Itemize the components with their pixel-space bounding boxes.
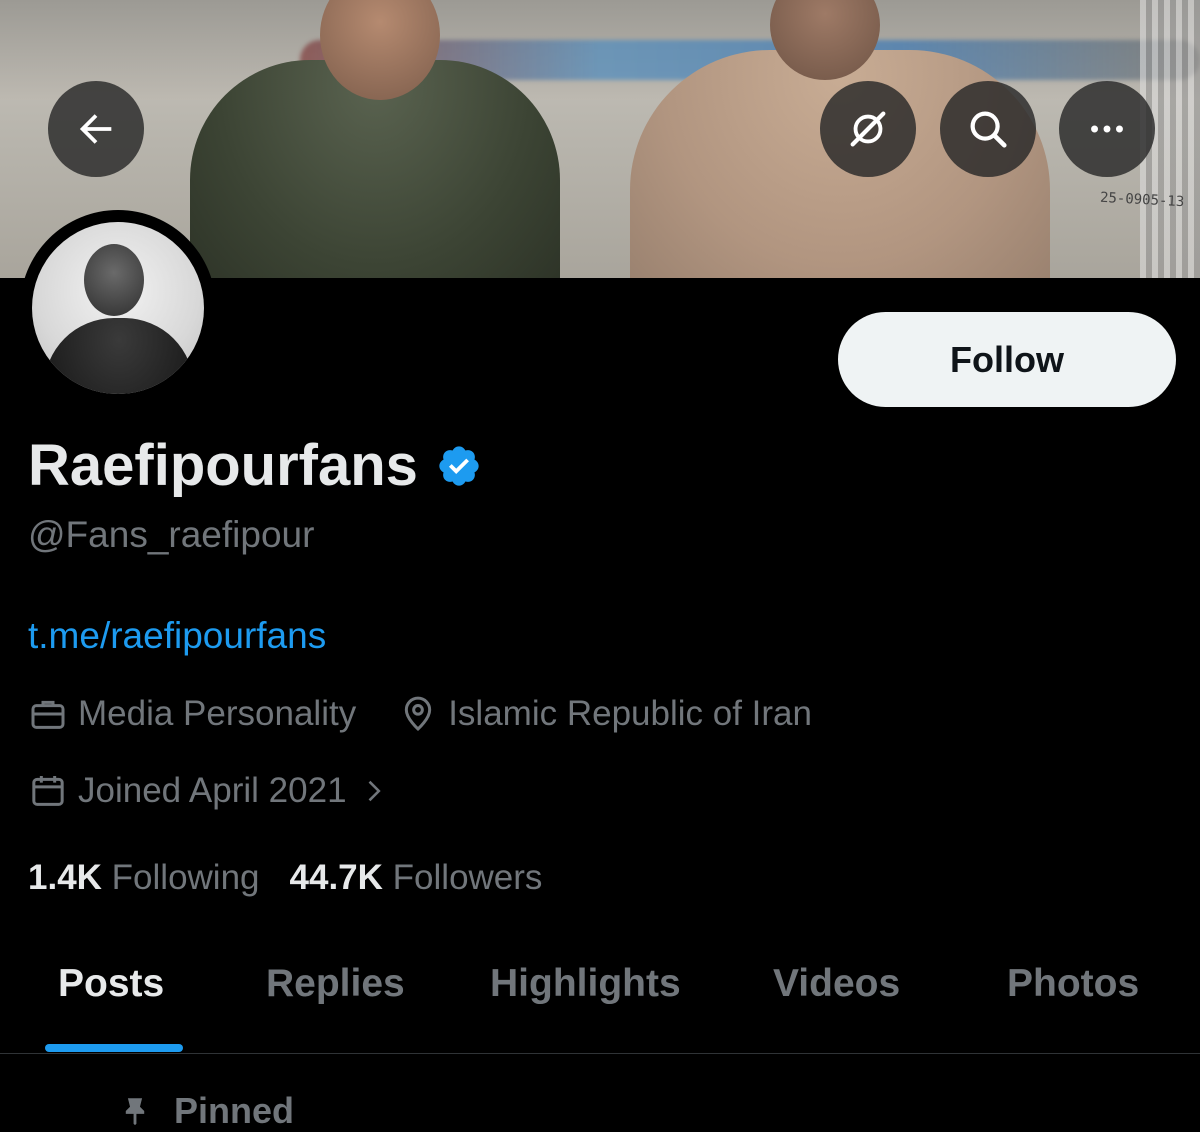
avatar-face bbox=[84, 244, 144, 316]
active-tab-indicator bbox=[45, 1044, 183, 1052]
banner-serial-text: 25-0905-13 bbox=[1099, 189, 1185, 211]
grok-button[interactable] bbox=[820, 81, 916, 177]
tab-replies[interactable]: Replies bbox=[266, 962, 405, 1006]
profile-page: 25-0905-13 Follow Raefipourfans @Fans_ra… bbox=[0, 0, 1200, 1132]
following-count: 1.4K bbox=[28, 858, 102, 897]
tab-photos[interactable]: Photos bbox=[1007, 962, 1139, 1006]
back-button[interactable] bbox=[48, 81, 144, 177]
profile-tabs: Posts Replies Highlights Videos Photos bbox=[0, 940, 1200, 1054]
profession-item: Media Personality bbox=[28, 694, 356, 734]
profile-link[interactable]: t.me/raefipourfans bbox=[28, 615, 326, 657]
tab-posts[interactable]: Posts bbox=[58, 962, 164, 1006]
verified-badge-icon[interactable] bbox=[436, 443, 482, 489]
tab-highlights[interactable]: Highlights bbox=[490, 962, 681, 1006]
display-name: Raefipourfans bbox=[28, 433, 418, 498]
more-icon bbox=[1091, 125, 1123, 133]
more-options-button[interactable] bbox=[1059, 81, 1155, 177]
follow-counts: 1.4K Following 44.7K Followers bbox=[28, 858, 542, 898]
location-text: Islamic Republic of Iran bbox=[448, 694, 812, 733]
avatar-image bbox=[32, 222, 204, 394]
search-button[interactable] bbox=[940, 81, 1036, 177]
pin-icon bbox=[125, 1098, 145, 1126]
location-pin-icon bbox=[405, 696, 432, 732]
followers-count: 44.7K bbox=[289, 858, 383, 897]
search-icon bbox=[970, 111, 1007, 148]
meta-row-joined[interactable]: Joined April 2021 bbox=[28, 771, 397, 811]
avatar[interactable] bbox=[20, 210, 216, 406]
profession-text: Media Personality bbox=[78, 694, 357, 733]
calendar-icon bbox=[32, 776, 64, 806]
pinned-text: Pinned bbox=[174, 1090, 295, 1131]
followers-label: Followers bbox=[392, 858, 543, 897]
follow-button[interactable]: Follow bbox=[838, 312, 1176, 407]
joined-text: Joined April 2021 bbox=[78, 771, 347, 810]
joined-item[interactable]: Joined April 2021 bbox=[28, 771, 397, 811]
display-name-row: Raefipourfans bbox=[28, 432, 482, 499]
location-item: Islamic Republic of Iran bbox=[398, 694, 812, 734]
pinned-label-row: Pinned bbox=[118, 1090, 294, 1132]
followers-link[interactable]: 44.7K Followers bbox=[290, 858, 543, 898]
avatar-body bbox=[44, 318, 194, 394]
chevron-right-icon bbox=[368, 780, 381, 802]
meta-row-info: Media Personality Islamic Republic of Ir… bbox=[28, 694, 812, 734]
handle: @Fans_raefipour bbox=[28, 514, 315, 555]
following-link[interactable]: 1.4K Following bbox=[28, 858, 260, 898]
following-label: Following bbox=[111, 858, 260, 897]
arrow-left-icon bbox=[79, 114, 112, 144]
briefcase-icon bbox=[31, 700, 65, 729]
grok-icon bbox=[850, 111, 886, 147]
tab-videos[interactable]: Videos bbox=[773, 962, 900, 1006]
